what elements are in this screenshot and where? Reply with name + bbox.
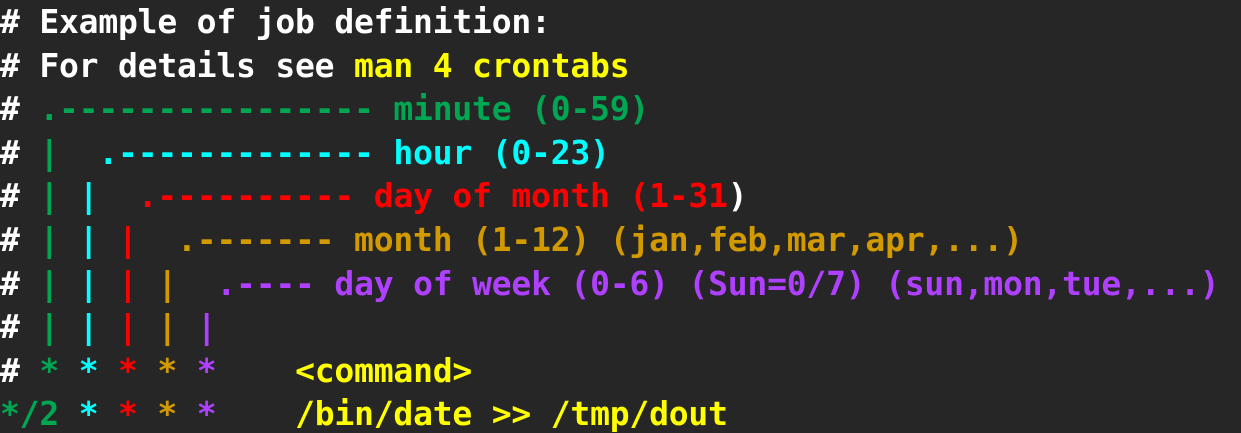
terminal-text-segment: # <box>0 350 40 390</box>
terminal-line: # Example of job definition: <box>0 0 1219 44</box>
terminal-text-segment: man 4 crontabs <box>354 45 630 85</box>
terminal-text-segment: <command> <box>295 350 473 390</box>
terminal-line: # | | .---------- day of month (1-31) <box>0 174 1219 218</box>
terminal-text-segment: | <box>118 307 138 347</box>
terminal-text-segment: | <box>157 307 178 347</box>
terminal-text-segment: ) <box>727 176 748 216</box>
terminal-text-segment: | <box>196 307 217 347</box>
terminal-text-segment: | <box>157 263 178 303</box>
terminal-line: */2 * * * * /bin/date >> /tmp/dout <box>0 392 1219 433</box>
terminal-line: # * * * * * <command> <box>0 349 1219 393</box>
terminal-line: # | .------------- hour (0-23) <box>0 131 1219 175</box>
terminal-text-segment: | <box>39 219 60 259</box>
terminal-text-segment: hour (0-23) <box>393 132 610 172</box>
terminal-text-segment: | <box>39 263 60 303</box>
terminal-text-segment: .---- day of week (0-6) (Sun=0/7) (sun,m… <box>216 263 1220 303</box>
terminal-text-segment: # For details see <box>0 45 355 85</box>
terminal-text-segment: # <box>0 263 40 303</box>
terminal-text-segment: * <box>196 350 217 390</box>
terminal-text-segment: # <box>0 307 40 347</box>
terminal-text-segment: */2 <box>0 394 60 433</box>
terminal-text-segment: | <box>78 307 99 347</box>
terminal-text-segment: # <box>0 89 40 129</box>
terminal-text-segment: * <box>157 350 178 390</box>
terminal-text-segment: # <box>0 176 40 216</box>
terminal-text-segment: * <box>157 394 178 433</box>
terminal-text-segment: | <box>78 176 99 216</box>
terminal-text-segment: /bin/date >> /tmp/dout <box>295 394 728 433</box>
terminal-text-segment: # <box>0 132 40 172</box>
terminal-text-segment: .---------- day of month (1-31 <box>137 176 728 216</box>
terminal-line: # .---------------- minute (0-59) <box>0 87 1219 131</box>
terminal-text-segment: * <box>78 350 99 390</box>
terminal-text-segment: .---------------- minute (0-59) <box>39 89 650 129</box>
terminal-text-segment: | <box>118 263 138 303</box>
terminal-window[interactable]: # Example of job definition: # For detail… <box>0 0 1241 433</box>
terminal-line: # | | | | .---- day of week (0-6) (Sun=0… <box>0 262 1220 306</box>
terminal-text-segment: * <box>118 350 138 390</box>
terminal-text-segment: | <box>78 219 99 259</box>
terminal-text-segment: * <box>78 394 99 433</box>
terminal-line: # | | | | | <box>0 305 1219 349</box>
terminal-text-segment: | <box>78 263 99 303</box>
terminal-text-segment: # Example of job definition: <box>0 2 551 41</box>
terminal-text-segment: # <box>0 219 40 259</box>
terminal-text-segment: | <box>118 219 138 259</box>
terminal-text-segment: | <box>39 176 60 216</box>
terminal-text-segment: * <box>118 394 138 433</box>
crontab-text: # Example of job definition: # For detail… <box>0 0 1220 433</box>
terminal-text-segment: * <box>39 350 60 390</box>
terminal-text-segment: .------------- <box>98 132 394 172</box>
terminal-text-segment: | <box>39 132 60 172</box>
terminal-line: # | | | .------- month (1-12) (jan,feb,m… <box>0 218 1219 262</box>
terminal-text-segment: .------- month (1-12) (jan,feb,mar,apr,.… <box>177 219 1023 259</box>
terminal-text-segment: * <box>196 394 217 433</box>
terminal-line: # For details see man 4 crontabs <box>0 44 1219 88</box>
terminal-text-segment: | <box>39 307 60 347</box>
